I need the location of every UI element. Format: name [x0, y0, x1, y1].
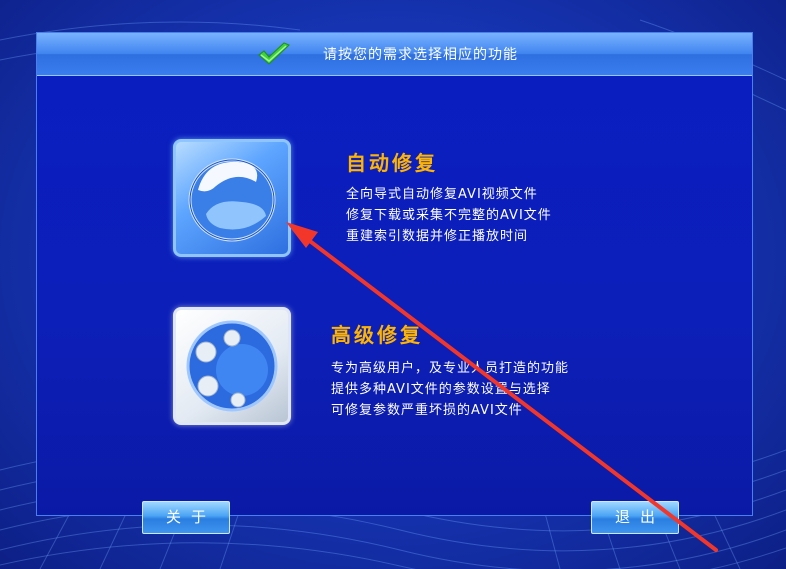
- auto-repair-description: 全向导式自动修复AVI视频文件 修复下载或采集不完整的AVI文件 重建索引数据并…: [346, 184, 552, 247]
- auto-repair-line-1: 全向导式自动修复AVI视频文件: [346, 187, 538, 202]
- auto-repair-icon[interactable]: [173, 139, 291, 257]
- about-button[interactable]: 关于: [142, 501, 230, 534]
- advanced-repair-line-2: 提供多种AVI文件的参数设置与选择: [331, 382, 551, 397]
- auto-repair-line-3: 重建索引数据并修正播放时间: [346, 229, 529, 244]
- auto-repair-line-2: 修复下载或采集不完整的AVI文件: [346, 208, 552, 223]
- checkmark-icon: [258, 42, 290, 65]
- advanced-repair-title[interactable]: 高级修复: [331, 319, 423, 348]
- advanced-repair-line-1: 专为高级用户，及专业人员打造的功能: [331, 361, 570, 376]
- auto-repair-title[interactable]: 自动修复: [346, 147, 438, 176]
- advanced-repair-icon[interactable]: [173, 307, 291, 425]
- header-bar: 请按您的需求选择相应的功能: [37, 33, 752, 76]
- main-panel: 请按您的需求选择相应的功能 自动修复 全向导式自动修复AVI视频文件 修复下载或…: [36, 32, 753, 516]
- exit-button[interactable]: 退出: [591, 501, 679, 534]
- header-title: 请按您的需求选择相应的功能: [323, 47, 518, 63]
- advanced-repair-line-3: 可修复参数严重坏损的AVI文件: [331, 403, 523, 418]
- advanced-repair-description: 专为高级用户，及专业人员打造的功能 提供多种AVI文件的参数设置与选择 可修复参…: [331, 358, 569, 421]
